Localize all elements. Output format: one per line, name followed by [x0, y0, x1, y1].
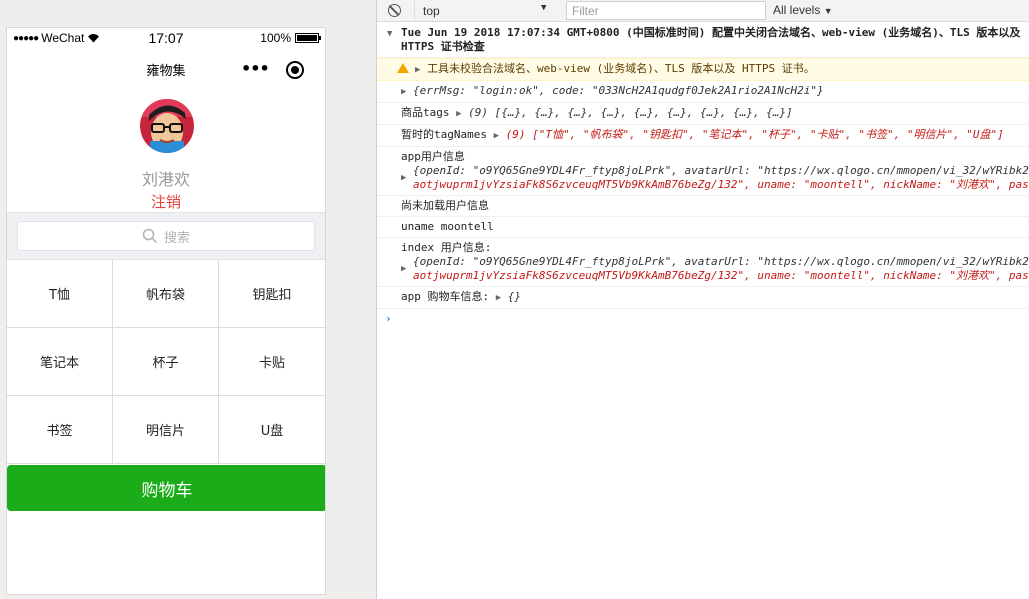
filter-input[interactable]: Filter	[566, 1, 766, 20]
category-card-sticker[interactable]: 卡贴	[219, 328, 325, 396]
category-bookmark[interactable]: 书签	[7, 396, 113, 464]
avatar	[140, 99, 194, 153]
phone-simulator: ●●●●● WeChat 17:07 100% 雍物集 ••• 刘港欢 注销 搜…	[6, 27, 326, 595]
log-label: app用户信息	[401, 150, 465, 163]
expand-right-icon: ▶	[415, 65, 421, 75]
category-grid: T恤 帆布袋 钥匙扣 笔记本 杯子 卡贴 书签 明信片 U盘	[7, 260, 325, 464]
search-bar: 搜索	[7, 212, 325, 260]
status-right: 100%	[260, 31, 321, 45]
log-row-warning[interactable]: ▶ 工具未校验合法域名、web-view (业务域名)、TLS 版本以及 HTT…	[377, 58, 1029, 81]
category-postcard[interactable]: 明信片	[113, 396, 219, 464]
log-text-line2: aotjwuprm1jvYzsiaFk8S6zvceuqMT5Vb9KkAmB7…	[413, 269, 1029, 282]
expand-right-icon: ▶	[401, 173, 407, 183]
log-text-line2: aotjwuprm1jvYzsiaFk8S6zvceuqMT5Vb9KkAmB7…	[413, 178, 1029, 191]
profile-section: 刘港欢 注销	[7, 88, 325, 212]
log-text-line1: {openId: "o9YQ65Gne9YDL4Fr_ftyp8joLPrk",…	[413, 255, 1029, 268]
cart-button[interactable]: 购物车	[7, 465, 325, 511]
log-label: 暂时的tagNames	[401, 128, 487, 141]
expand-down-icon: ▼	[387, 29, 393, 39]
log-text: 尚未加载用户信息	[401, 199, 489, 212]
devtools-console: top ▼ Filter All levels ▼ ▼ Tue Jun 19 2…	[377, 0, 1029, 599]
log-levels-label: All levels	[773, 3, 821, 17]
battery-icon	[295, 33, 321, 43]
log-row-tagnames[interactable]: 暂时的tagNames ▶ (9) ["T恤", "帆布袋", "钥匙扣", "…	[377, 125, 1029, 147]
log-text: (9) [{…}, {…}, {…}, {…}, {…}, {…}, {…}, …	[468, 106, 793, 119]
search-placeholder: 搜索	[163, 230, 190, 246]
log-text-line1: {openId: "o9YQ65Gne9YDL4Fr_ftyp8joLPrk",…	[413, 164, 1029, 177]
log-row-app-user[interactable]: app用户信息 ▶ {openId: "o9YQ65Gne9YDL4Fr_fty…	[377, 147, 1029, 196]
category-usb-drive[interactable]: U盘	[219, 396, 325, 464]
avatar-image	[140, 99, 194, 153]
console-toolbar: top ▼ Filter All levels ▼	[377, 0, 1029, 22]
log-row-index-user[interactable]: index 用户信息: ▶ {openId: "o9YQ65Gne9YDL4Fr…	[377, 238, 1029, 287]
log-label: app 购物车信息:	[401, 290, 490, 303]
expand-right-icon: ▶	[493, 131, 500, 141]
battery-percent: 100%	[260, 31, 291, 45]
expand-right-icon: ▶	[456, 109, 462, 119]
clear-console-icon[interactable]	[388, 4, 401, 17]
category-cup[interactable]: 杯子	[113, 328, 219, 396]
console-prompt-row[interactable]: ›	[377, 309, 1029, 329]
category-notebook[interactable]: 笔记本	[7, 328, 113, 396]
category-keychain[interactable]: 钥匙扣	[219, 260, 325, 328]
log-text: {errMsg: "login:ok", code: "033NcH2A1qud…	[413, 84, 824, 97]
more-icon[interactable]: •••	[241, 59, 270, 78]
expand-right-icon: ▶	[401, 264, 407, 274]
logout-link[interactable]: 注销	[7, 191, 325, 212]
log-row-login[interactable]: ▶ {errMsg: "login:ok", code: "033NcH2A1q…	[377, 81, 1029, 103]
log-row-cart[interactable]: app 购物车信息: ▶ {}	[377, 287, 1029, 309]
category-canvas-bag[interactable]: 帆布袋	[113, 260, 219, 328]
console-prompt-icon: ›	[385, 312, 392, 325]
nav-bar: 雍物集 •••	[7, 50, 325, 88]
username: 刘港欢	[141, 170, 190, 189]
log-text: uname moontell	[401, 220, 494, 233]
log-row-header[interactable]: ▼ Tue Jun 19 2018 17:07:34 GMT+0800 (中国标…	[377, 22, 1029, 58]
log-row-uname[interactable]: uname moontell	[377, 217, 1029, 238]
log-text: (9) ["T恤", "帆布袋", "钥匙扣", "笔记本", "杯子", "卡…	[505, 128, 1004, 141]
category-tshirt[interactable]: T恤	[7, 260, 113, 328]
context-select[interactable]: top	[414, 1, 554, 21]
log-row-not-loaded[interactable]: 尚未加载用户信息	[377, 196, 1029, 217]
log-levels-select[interactable]: All levels ▼	[773, 3, 833, 17]
log-label: index 用户信息:	[401, 241, 492, 254]
nav-title: 雍物集	[146, 64, 186, 79]
close-capsule-icon[interactable]	[286, 61, 304, 79]
log-text: Tue Jun 19 2018 17:07:34 GMT+0800 (中国标准时…	[401, 26, 1021, 53]
warning-icon	[397, 63, 409, 73]
status-bar: ●●●●● WeChat 17:07 100%	[7, 28, 325, 50]
chevron-down-icon: ▼	[823, 6, 833, 16]
log-row-tags[interactable]: 商品tags ▶ (9) [{…}, {…}, {…}, {…}, {…}, {…	[377, 103, 1029, 125]
log-label: 商品tags	[401, 106, 450, 119]
dropdown-arrow-icon[interactable]: ▼	[541, 3, 546, 13]
log-text: {}	[507, 290, 522, 303]
search-icon	[142, 228, 158, 244]
search-input[interactable]: 搜索	[17, 221, 315, 251]
expand-right-icon: ▶	[495, 293, 502, 303]
expand-right-icon: ▶	[401, 87, 407, 97]
console-messages: ▼ Tue Jun 19 2018 17:07:34 GMT+0800 (中国标…	[377, 22, 1029, 329]
log-text: 工具未校验合法域名、web-view (业务域名)、TLS 版本以及 HTTPS…	[427, 62, 815, 75]
